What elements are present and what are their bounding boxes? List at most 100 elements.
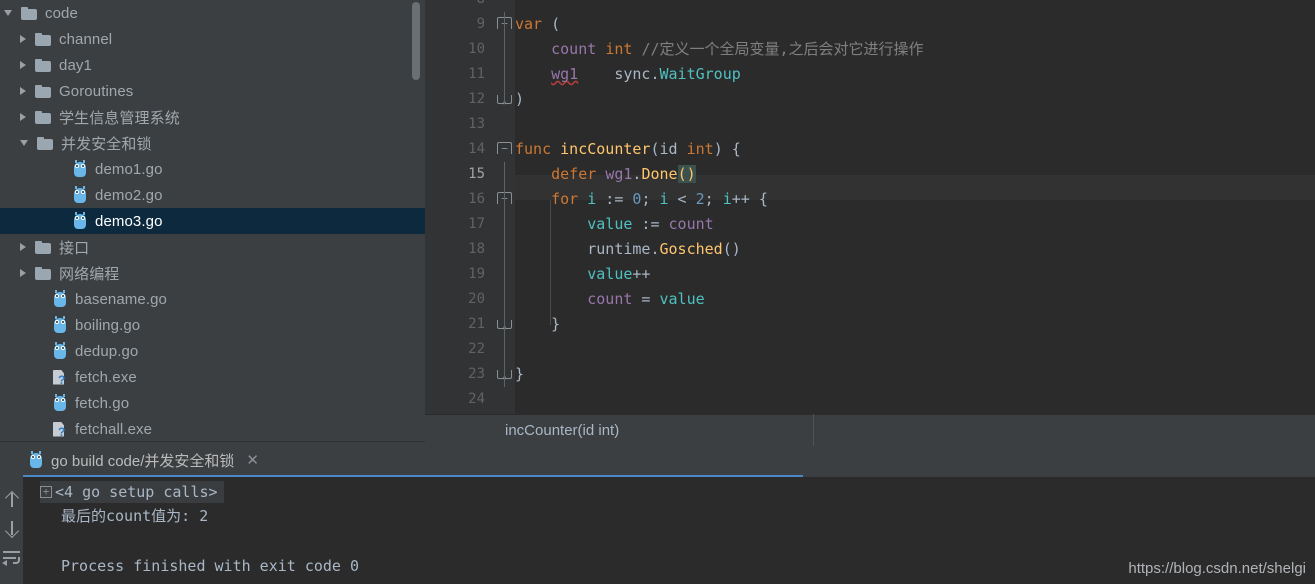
code-text-area[interactable]: var ( count int //定义一个全局变量,之后会对它进行操作 wg1… [515, 0, 1315, 414]
code-token: value [587, 265, 633, 283]
line-number: 11 [468, 66, 485, 82]
chevron-right-icon[interactable] [20, 243, 26, 251]
run-tab-label: go build code/并发安全和锁 [51, 453, 235, 470]
close-icon[interactable]: ✕ [246, 453, 259, 468]
fold-guide-func [504, 162, 505, 387]
tree-item-label: 学生信息管理系统 [59, 109, 180, 127]
chevron-right-icon[interactable] [20, 35, 26, 43]
tree-item-fetchall-exe[interactable]: ? fetchall.exe [0, 416, 425, 442]
chevron-right-icon[interactable] [20, 113, 26, 121]
code-token: { [722, 140, 741, 158]
code-line: count = value [515, 287, 1315, 312]
chevron-right-icon[interactable] [20, 61, 26, 69]
tree-item-goroutines[interactable]: Goroutines [0, 78, 425, 104]
go-file-icon [73, 211, 87, 230]
tree-item-label: boiling.go [75, 316, 141, 334]
code-token: var [515, 15, 543, 33]
folder-icon [35, 266, 51, 280]
run-tool-window: go build code/并发安全和锁 ✕ + <4 go setup cal… [0, 446, 1315, 584]
line-number: 9 [476, 16, 485, 32]
watermark: https://blog.csdn.net/shelgi [1128, 560, 1306, 577]
collapsed-fold-label: <4 go setup calls> [55, 483, 218, 501]
tree-item-label: dedup.go [75, 342, 139, 360]
folder-icon [35, 58, 51, 72]
tree-item-label: fetch.exe [75, 368, 137, 386]
project-tree-scrollbar[interactable] [412, 2, 420, 80]
code-token: Gosched [659, 240, 723, 258]
code-token: 2 [695, 190, 705, 208]
tree-item-label: fetch.go [75, 394, 130, 412]
chevron-right-icon[interactable] [20, 269, 26, 277]
tree-item-label: basename.go [75, 290, 168, 308]
soft-wrap-icon[interactable] [2, 551, 20, 566]
fold-guide-var [504, 12, 505, 104]
line-number: 20 [468, 291, 485, 307]
tree-item-demo1-go[interactable]: demo1.go [0, 156, 425, 182]
chevron-down-icon[interactable] [20, 140, 28, 146]
run-tab-go-build[interactable]: go build code/并发安全和锁 ✕ [23, 446, 269, 477]
run-panel-toolbar[interactable] [0, 446, 23, 584]
tree-item-label: fetchall.exe [75, 420, 153, 438]
arrow-up-icon[interactable] [6, 491, 17, 507]
tree-item-demo2-go[interactable]: demo2.go [0, 182, 425, 208]
folder-icon [21, 6, 37, 20]
code-token: := [632, 215, 669, 233]
code-token: () [677, 165, 696, 183]
tree-item--[interactable]: 学生信息管理系统 [0, 104, 425, 130]
console-collapsed-fold[interactable]: + <4 go setup calls> [40, 481, 224, 503]
tree-item--[interactable]: 网络编程 [0, 260, 425, 286]
tree-item-label: code [45, 4, 78, 22]
tree-item--[interactable]: 并发安全和锁 [0, 130, 425, 156]
code-token: ; [641, 190, 660, 208]
exe-file-icon: ? [53, 369, 67, 386]
code-line: } [515, 312, 1315, 337]
code-editor[interactable]: 89101112131415161718192021222324 −▵−−▵▵ … [425, 0, 1315, 414]
run-tab-bar[interactable]: go build code/并发安全和锁 ✕ [23, 446, 1315, 477]
code-token: ) [713, 140, 723, 158]
tree-item-boiling-go[interactable]: boiling.go [0, 312, 425, 338]
arrow-down-icon[interactable] [6, 521, 17, 537]
code-token: value [587, 215, 633, 233]
fold-toggle-icon[interactable]: − [497, 142, 512, 154]
code-token: //定义一个全局变量,之后会对它进行操作 [641, 40, 924, 58]
code-token: } [515, 365, 525, 383]
tree-item--[interactable]: 接口 [0, 234, 425, 260]
tree-item-demo3-go[interactable]: demo3.go [0, 208, 425, 234]
code-token: } [515, 315, 561, 333]
chevron-right-icon[interactable] [20, 87, 26, 95]
console-line: 最后的count值为: 2 [61, 507, 209, 525]
breadcrumb[interactable]: incCounter(id int) [425, 414, 1315, 446]
tree-item-fetch-go[interactable]: fetch.go [0, 390, 425, 416]
tree-item-channel[interactable]: channel [0, 26, 425, 52]
tree-item-basename-go[interactable]: basename.go [0, 286, 425, 312]
code-line: ) [515, 87, 1315, 112]
chevron-down-icon[interactable] [4, 10, 12, 16]
code-token: ( [650, 140, 660, 158]
tree-item-fetch-exe[interactable]: ? fetch.exe [0, 364, 425, 390]
code-token: Done [641, 165, 678, 183]
console-output[interactable]: + <4 go setup calls> 最后的count值为: 2 Proces… [23, 477, 1315, 584]
project-tree-pane[interactable]: code channel day1 Goroutines 学生信息管理系统 并发安全和锁 d… [0, 0, 425, 446]
code-token: () [722, 240, 741, 258]
code-token: ( [551, 15, 561, 33]
code-token: ; [704, 190, 723, 208]
line-number: 8 [425, 0, 485, 12]
code-token: incCounter [560, 140, 651, 158]
breadcrumb-label: incCounter(id int) [505, 422, 620, 439]
tree-item-day1[interactable]: day1 [0, 52, 425, 78]
tree-bottom-divider [0, 441, 425, 442]
tree-item-code[interactable]: code [0, 0, 425, 26]
tree-item-dedup-go[interactable]: dedup.go [0, 338, 425, 364]
expand-icon[interactable]: + [40, 486, 52, 498]
